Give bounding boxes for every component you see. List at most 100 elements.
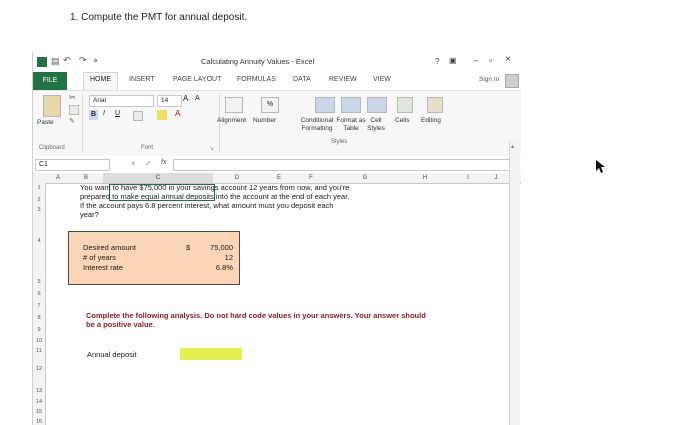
ribbon-tabs: FILE HOME INSERT PAGE LAYOUT FORMULAS DA… — [33, 72, 521, 92]
styles-group-label: Styles — [331, 139, 348, 145]
row-header[interactable]: 2 — [33, 197, 45, 203]
column-header[interactable]: D — [217, 173, 257, 183]
column-header[interactable]: C — [103, 173, 213, 183]
cell-styles-icon[interactable] — [367, 97, 387, 113]
save-icon[interactable]: ▤ — [51, 56, 60, 67]
window-title: Calculating Annuity Values - Excel — [201, 57, 315, 66]
cancel-icon[interactable]: × — [131, 159, 136, 168]
row-header[interactable]: 16 — [33, 419, 45, 425]
tab-page-layout[interactable]: PAGE LAYOUT — [173, 76, 221, 83]
annual-deposit-cell[interactable] — [180, 348, 242, 360]
fill-color-icon[interactable] — [157, 110, 167, 120]
column-header[interactable]: F — [291, 173, 331, 183]
font-name-select[interactable]: Arial — [89, 95, 154, 107]
function-icon[interactable]: fx — [161, 159, 166, 166]
format-as-table-icon[interactable] — [341, 97, 361, 113]
row-header[interactable]: 5 — [33, 279, 45, 285]
format-painter-icon[interactable]: ✎ — [69, 117, 75, 125]
column-header[interactable]: J — [481, 173, 511, 183]
ribbon-display-icon[interactable]: ▣ — [449, 56, 457, 65]
borders-icon[interactable] — [133, 111, 143, 121]
shrink-font-button[interactable]: A — [195, 95, 200, 102]
font-size-select[interactable]: 14 — [157, 95, 182, 107]
cell-styles-button[interactable]: Cell Styles — [361, 117, 391, 133]
underline-button[interactable]: U — [115, 110, 120, 117]
minimize-icon[interactable]: – — [473, 55, 478, 65]
row-header[interactable]: 14 — [33, 399, 45, 405]
name-box[interactable]: C1 — [35, 159, 110, 171]
row-header[interactable]: 11 — [33, 348, 45, 354]
scroll-up-icon[interactable]: ▴ — [511, 143, 514, 150]
undo-icon[interactable]: ↶ — [63, 55, 71, 66]
tab-insert[interactable]: INSERT — [129, 76, 155, 83]
input-label: Interest rate — [83, 263, 124, 272]
conditional-formatting-icon[interactable] — [315, 97, 335, 113]
editing-button[interactable]: Editing — [421, 117, 441, 125]
editing-icon[interactable] — [427, 97, 443, 113]
bold-button[interactable]: B — [89, 110, 98, 120]
tab-review[interactable]: REVIEW — [329, 76, 357, 83]
column-header[interactable]: A — [45, 173, 71, 183]
tab-view[interactable]: VIEW — [373, 76, 391, 83]
font-dialog-launcher-icon[interactable]: ↘ — [209, 145, 214, 152]
cut-icon[interactable]: ✂ — [69, 93, 76, 102]
currency-symbol: $ — [186, 243, 191, 252]
input-value[interactable]: 6.8% — [216, 263, 233, 272]
row-header[interactable]: 10 — [33, 338, 45, 344]
row-header[interactable]: 9 — [33, 327, 45, 333]
row-headers: 1 2 3 4 5 6 7 8 9 10 11 12 13 14 15 16 — [33, 183, 46, 425]
help-icon[interactable]: ? — [435, 57, 439, 66]
close-icon[interactable]: × — [505, 54, 511, 65]
row-header[interactable]: 7 — [33, 303, 45, 309]
tab-formulas[interactable]: FORMULAS — [237, 76, 276, 83]
clipboard-group-label: Clipboard — [39, 145, 65, 151]
output-label: Annual deposit — [87, 350, 137, 359]
mouse-cursor-icon — [596, 160, 605, 173]
row-header[interactable]: 3 — [33, 207, 45, 213]
paste-button[interactable]: Paste — [37, 119, 54, 127]
column-header[interactable]: H — [405, 173, 445, 183]
font-group-label: Font — [141, 145, 154, 151]
column-header[interactable]: I — [453, 173, 483, 183]
alignment-button[interactable]: Alignment — [217, 117, 246, 125]
input-value[interactable]: 12 — [225, 253, 233, 262]
alignment-icon[interactable] — [225, 97, 243, 113]
group-divider — [82, 93, 83, 153]
problem-text: You want to have $75,000 in your savings… — [80, 183, 350, 219]
row-header[interactable]: 1 — [33, 185, 45, 191]
row-header[interactable]: 8 — [33, 315, 45, 321]
italic-button[interactable]: I — [103, 110, 105, 117]
avatar-icon[interactable] — [505, 74, 519, 88]
input-label: # of years — [83, 253, 116, 262]
sign-in-link[interactable]: Sign In — [479, 76, 499, 83]
row-header[interactable]: 13 — [33, 388, 45, 394]
paste-icon[interactable] — [43, 95, 61, 117]
vertical-scrollbar[interactable]: ▴ — [509, 141, 520, 425]
column-header[interactable]: G — [345, 173, 385, 183]
grow-font-button[interactable]: A — [183, 94, 188, 103]
tab-file[interactable]: FILE — [33, 72, 67, 90]
column-header[interactable]: B — [73, 173, 99, 183]
title-bar: ▤ ↶ ↷ ⋄ Calculating Annuity Values - Exc… — [33, 52, 521, 72]
row-header[interactable]: 15 — [33, 409, 45, 415]
ribbon: Paste ✂ ✎ Clipboard Arial 14 A A B I U A… — [33, 90, 521, 158]
customize-qat-icon[interactable]: ⋄ — [93, 56, 98, 65]
font-color-button[interactable]: A — [175, 109, 180, 118]
row-header[interactable]: 12 — [33, 366, 45, 372]
row-header[interactable]: 6 — [33, 291, 45, 297]
formula-bar: C1 × ✓ fx — [33, 156, 521, 174]
maximize-icon[interactable]: ▫ — [489, 55, 492, 65]
question-text: 1. Compute the PMT for annual deposit. — [70, 12, 248, 23]
row-header[interactable]: 4 — [33, 238, 45, 244]
tab-data[interactable]: DATA — [293, 76, 311, 83]
formula-input[interactable] — [173, 159, 511, 171]
redo-icon[interactable]: ↷ — [79, 55, 87, 66]
cells-icon[interactable] — [397, 97, 413, 113]
copy-icon[interactable] — [69, 105, 79, 115]
cells-button[interactable]: Cells — [395, 117, 409, 125]
enter-icon[interactable]: ✓ — [145, 159, 152, 168]
input-value[interactable]: 75,000 — [210, 243, 233, 252]
percent-icon[interactable]: % — [261, 97, 279, 113]
tab-home[interactable]: HOME — [83, 72, 118, 92]
number-button[interactable]: Number — [253, 117, 276, 125]
